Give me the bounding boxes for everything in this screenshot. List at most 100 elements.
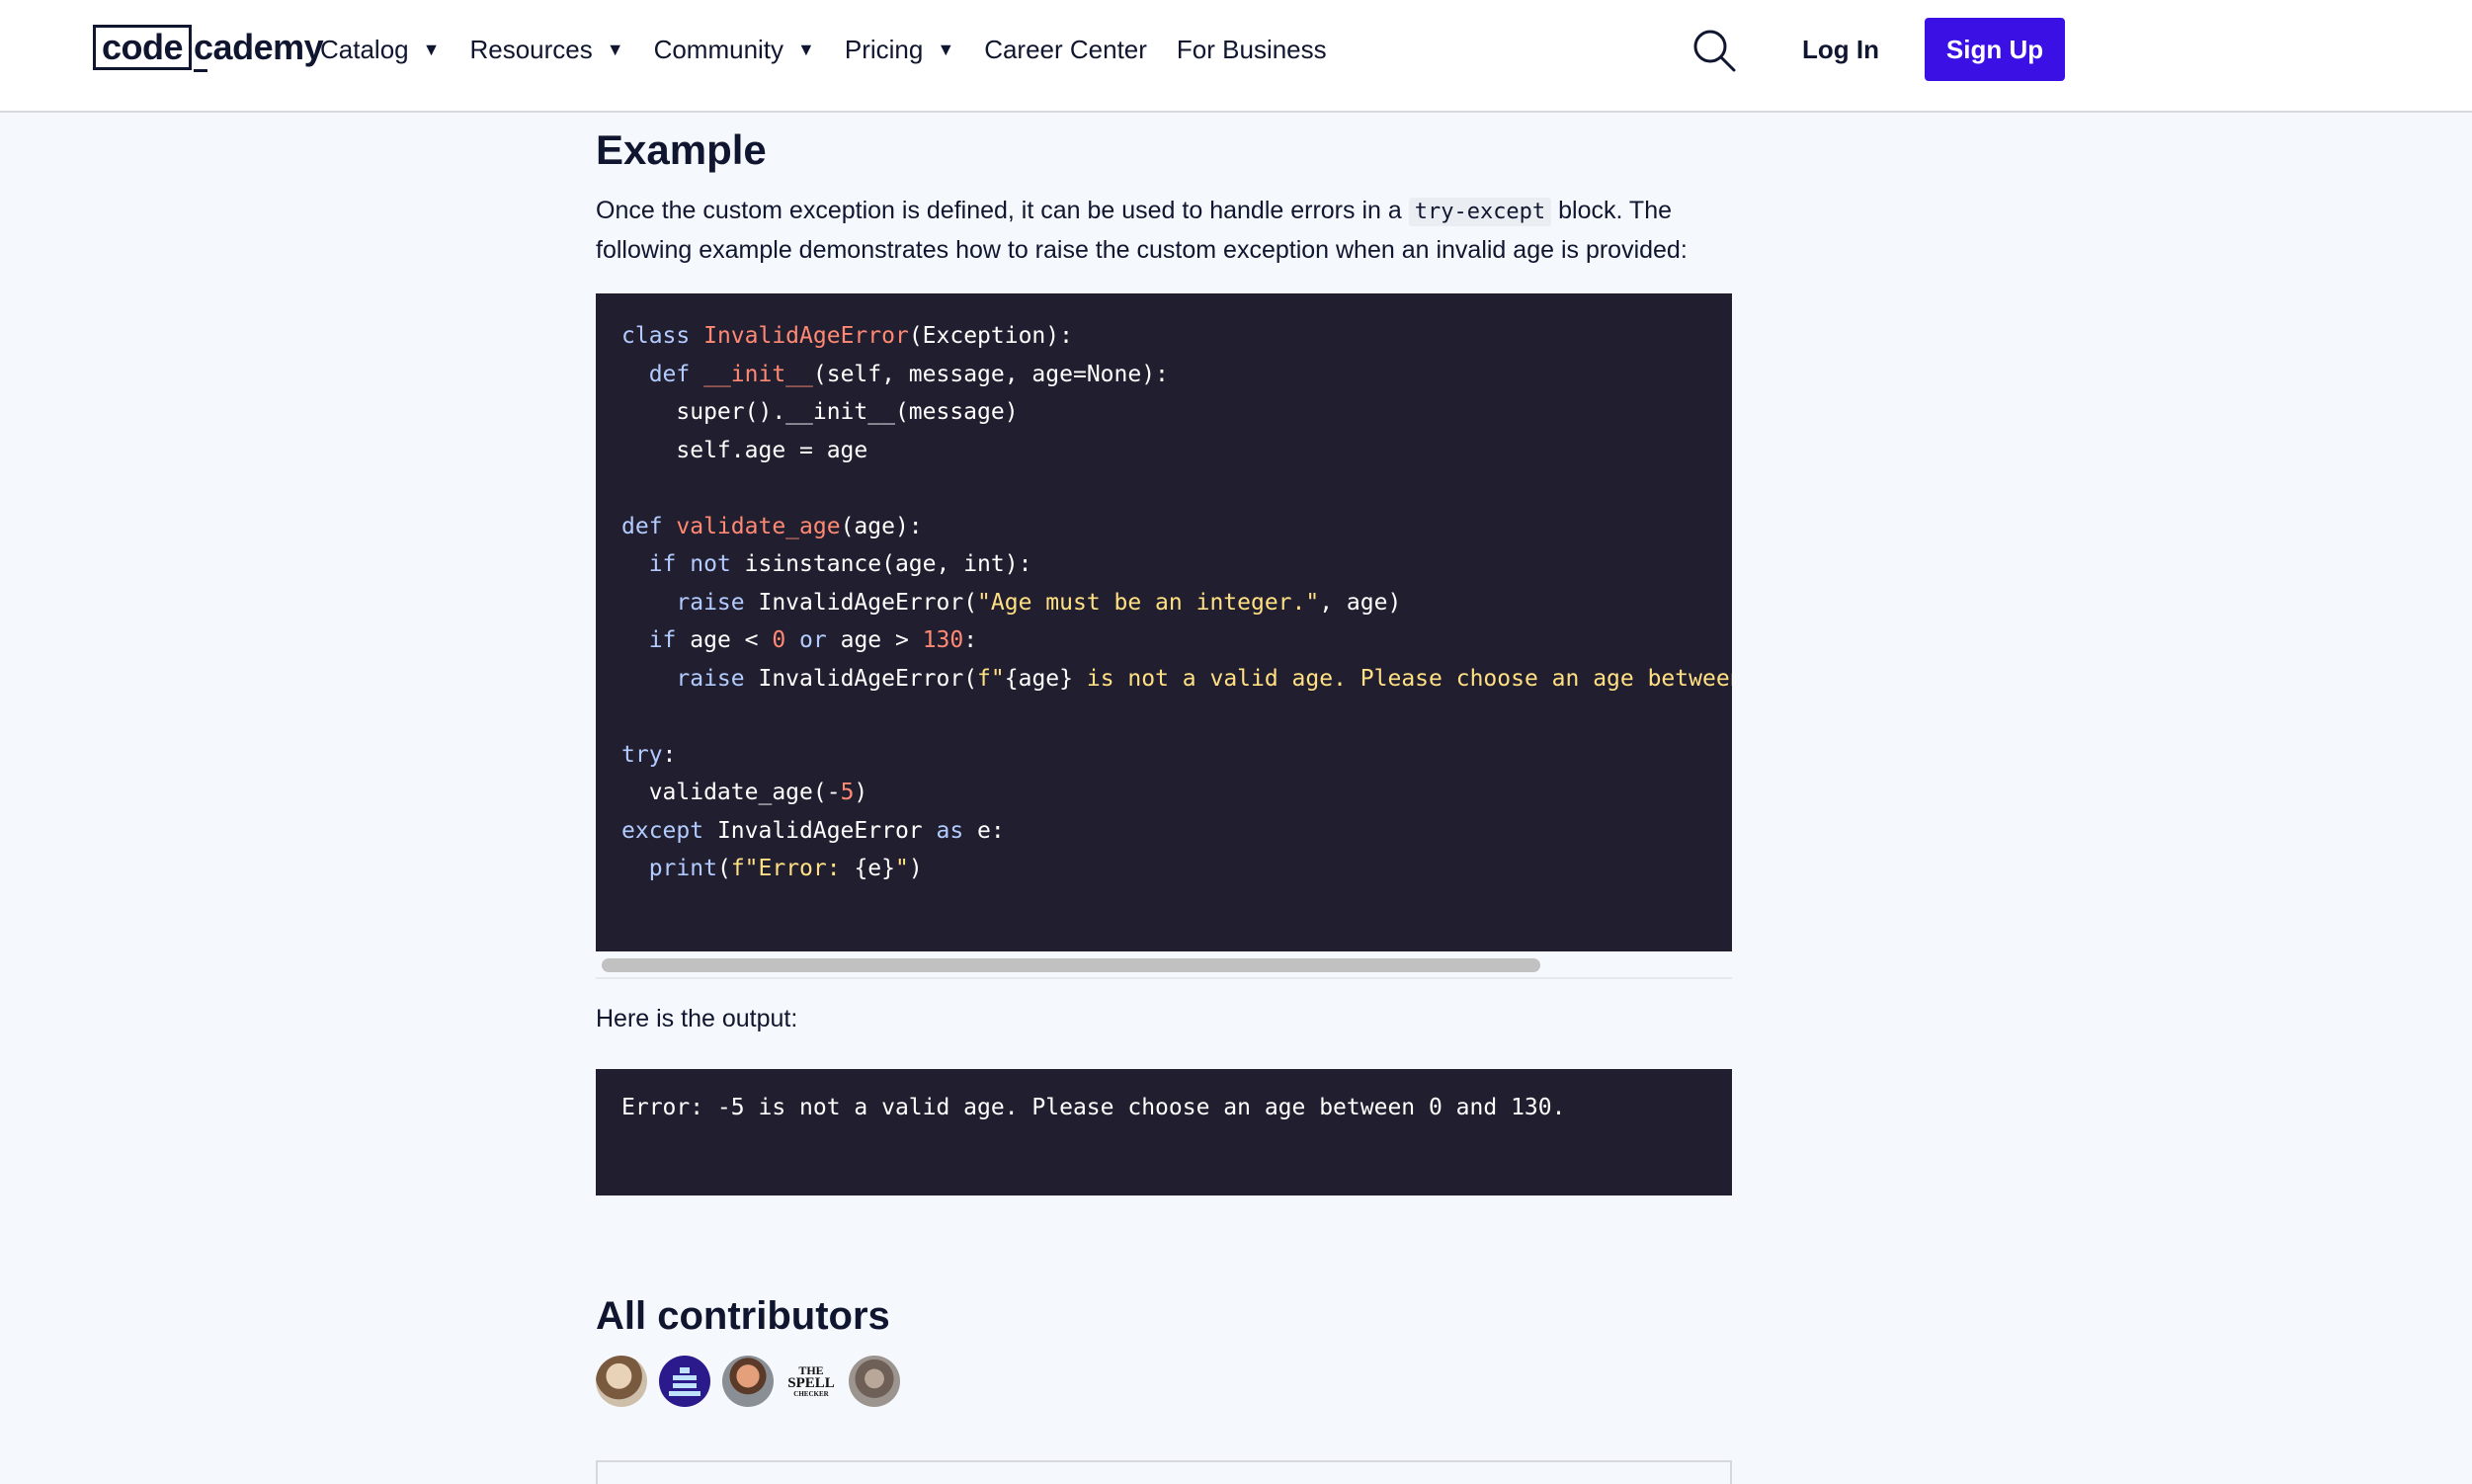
code-line: raise InvalidAgeError("Age must be an in…: [621, 584, 1732, 622]
nav-pricing[interactable]: Pricing ▼: [845, 35, 954, 65]
next-section-card: [596, 1460, 1732, 1484]
nav-resources[interactable]: Resources ▼: [469, 35, 623, 65]
code-token: {e}: [854, 856, 895, 881]
code-token: :: [662, 741, 677, 768]
code-token: 130: [922, 627, 964, 653]
nav-community-label: Community: [653, 34, 784, 64]
nav-for-business-label: For Business: [1176, 34, 1327, 64]
code-token: super().__init__(message): [621, 399, 1019, 425]
code-token: (age):: [840, 513, 923, 539]
code-token: InvalidAgeError(: [758, 665, 978, 692]
code-token: ): [854, 780, 868, 805]
code-token: f": [977, 665, 1005, 692]
code-line: raise InvalidAgeError(f"{age} is not a v…: [621, 660, 1732, 699]
code-token: __init__: [703, 361, 813, 387]
avatar-pixel-logo-icon[interactable]: [659, 1356, 710, 1407]
code-line: try:: [621, 736, 1732, 775]
caret-down-icon: ▼: [606, 39, 624, 59]
code-token: def: [621, 513, 677, 539]
code-token: except: [621, 817, 717, 844]
code-line: print(f"Error: {e}"): [621, 850, 1732, 888]
example-description: Once the custom exception is defined, it…: [596, 192, 1732, 270]
code-token: InvalidAgeError: [703, 323, 909, 349]
inline-code: try-except: [1408, 198, 1552, 226]
code-token: if: [648, 627, 691, 653]
code-token: is not a valid age. Please choose an age…: [1086, 665, 1732, 692]
caret-down-icon: ▼: [797, 39, 815, 59]
code-token: print: [648, 856, 717, 881]
code-line: def __init__(self, message, age=None):: [621, 356, 1732, 394]
codecademy-logo[interactable]: code cademy: [93, 24, 324, 72]
nav-community[interactable]: Community ▼: [654, 35, 815, 65]
code-token: ): [908, 856, 923, 881]
nav-career-center[interactable]: Career Center: [984, 35, 1147, 65]
code-token: self.age = age: [621, 437, 868, 463]
code-token: class: [621, 323, 704, 349]
signup-button[interactable]: Sign Up: [1925, 18, 2065, 81]
code-token: if not: [648, 551, 745, 577]
nav-pricing-label: Pricing: [844, 34, 924, 64]
code-token: age >: [840, 627, 923, 653]
nav-catalog[interactable]: Catalog ▼: [320, 35, 440, 65]
search-icon[interactable]: [1691, 28, 1737, 73]
avatar-photo-3-icon[interactable]: [849, 1356, 900, 1407]
spellchecker-line-3: CHECKER: [793, 1390, 829, 1398]
code-scrollbar-thumb[interactable]: [602, 958, 1540, 972]
output-block: Error: -5 is not a valid age. Please cho…: [596, 1069, 1732, 1195]
contributors-list: THE SPELL CHECKER: [596, 1356, 900, 1407]
code-line: class InvalidAgeError(Exception):: [621, 317, 1732, 356]
para-text-before: Once the custom exception is defined, it…: [596, 197, 1409, 224]
code-token: (: [716, 856, 731, 881]
code-token: def: [648, 361, 704, 387]
code-text: class InvalidAgeError(Exception): def __…: [621, 317, 1732, 888]
nav-resources-label: Resources: [469, 34, 593, 64]
avatar-photo-2-icon[interactable]: [722, 1356, 774, 1407]
nav-catalog-label: Catalog: [320, 34, 409, 64]
output-label: Here is the output:: [596, 1005, 798, 1032]
code-token: or: [785, 627, 841, 653]
caret-down-icon: ▼: [422, 39, 441, 59]
spellchecker-line-2: SPELL: [787, 1375, 835, 1391]
code-token: , age): [1319, 589, 1402, 616]
logo-code-box: code: [93, 25, 193, 70]
code-token: f"Error:: [730, 856, 855, 881]
code-scrollbar[interactable]: [596, 951, 1732, 979]
main-nav: Catalog ▼ Resources ▼ Community ▼ Pricin…: [320, 0, 1357, 99]
code-line: super().__init__(message): [621, 393, 1732, 432]
nav-career-center-label: Career Center: [984, 34, 1147, 64]
code-block[interactable]: class InvalidAgeError(Exception): def __…: [596, 293, 1732, 951]
code-token: validate_age(-: [621, 780, 841, 805]
code-token: e:: [977, 817, 1005, 844]
avatar-photo-1-icon[interactable]: [596, 1356, 647, 1407]
code-line: if age < 0 or age > 130:: [621, 621, 1732, 660]
contributors-heading: All contributors: [596, 1294, 890, 1338]
code-line: validate_age(-5): [621, 774, 1732, 812]
code-token: isinstance(age, int):: [744, 551, 1032, 577]
logo-cademy-text: cademy: [194, 27, 324, 72]
avatar-spellchecker-icon[interactable]: THE SPELL CHECKER: [785, 1356, 837, 1407]
login-button[interactable]: Log In: [1802, 28, 1879, 71]
code-token: age <: [690, 627, 773, 653]
code-token: :: [963, 627, 978, 653]
code-token: (Exception):: [908, 323, 1073, 349]
code-token: ": [894, 856, 909, 881]
code-token: as: [936, 817, 978, 844]
code-token: "Age must be an integer.": [977, 589, 1320, 616]
top-navigation-bar: code cademy Catalog ▼ Resources ▼ Communi…: [0, 0, 2472, 113]
code-token: {age}: [1004, 665, 1073, 692]
code-token: (self, message, age=None):: [812, 361, 1169, 387]
code-line: self.age = age: [621, 432, 1732, 470]
code-token: InvalidAgeError: [716, 817, 937, 844]
code-token: raise: [676, 665, 759, 692]
code-token: validate_age: [676, 513, 841, 539]
nav-for-business[interactable]: For Business: [1177, 35, 1327, 65]
code-token: try: [621, 741, 663, 768]
